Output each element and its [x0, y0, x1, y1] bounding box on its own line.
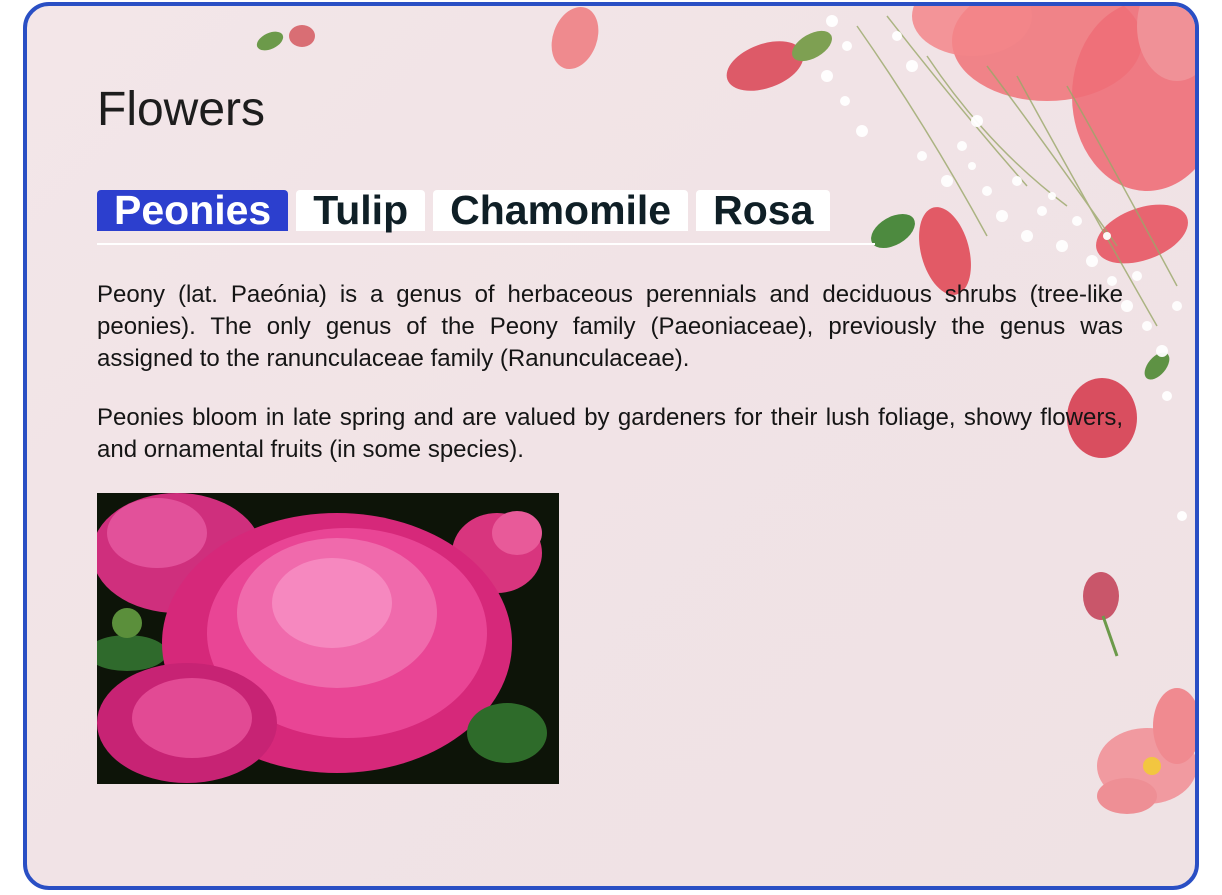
peony-photo: [97, 493, 559, 784]
tab-rosa[interactable]: Rosa: [696, 190, 831, 231]
tabs-divider: [97, 243, 875, 245]
tab-tulip[interactable]: Tulip: [296, 190, 426, 231]
tab-chamomile[interactable]: Chamomile: [433, 190, 689, 231]
flower-tabs: Peonies Tulip Chamomile Rosa: [97, 190, 831, 231]
page-title: Flowers: [97, 83, 266, 136]
description-paragraph: Peony (lat. Paeónia) is a genus of herba…: [97, 281, 1123, 372]
tab-peonies[interactable]: Peonies: [97, 190, 289, 231]
bloom-paragraph: Peonies bloom in late spring and are val…: [97, 404, 1123, 463]
app-frame: Flowers Peonies Tulip Chamomile Rosa Peo…: [23, 2, 1199, 890]
